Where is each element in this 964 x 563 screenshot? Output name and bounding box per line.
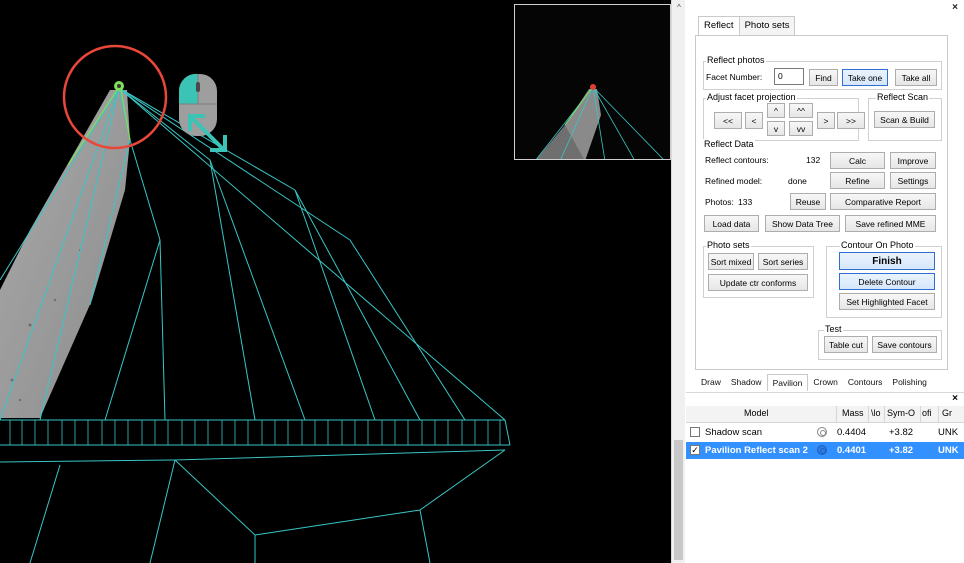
girdle-lines — [9, 420, 501, 445]
group-title-reflect-photos: Reflect photos — [706, 55, 766, 65]
refine-button[interactable]: Refine — [830, 172, 885, 189]
group-title-photo-sets: Photo sets — [706, 240, 751, 250]
reflect-contours-label: Reflect contours: — [705, 155, 769, 165]
table-row-selected[interactable]: ✓ Pavilion Reflect scan 2 0.4401 +3.82 U… — [686, 442, 964, 459]
row-gr: UNK — [938, 427, 959, 438]
row-gr: UNK — [938, 445, 959, 456]
model-tabs: Draw Shadow Pavilion Crown Contours Poli… — [696, 374, 932, 392]
col-sym-o[interactable]: Sym-O — [887, 408, 915, 418]
row-mass: 0.4401 — [837, 445, 867, 456]
chevron-up-icon[interactable]: ^ — [672, 3, 686, 12]
calc-button[interactable]: Calc — [830, 152, 885, 169]
facet-number-input[interactable]: 0 — [774, 68, 804, 85]
row-sym: +3.82 — [889, 427, 914, 438]
tab-contours[interactable]: Contours — [843, 374, 888, 391]
take-one-button[interactable]: Take one — [842, 69, 888, 86]
reflect-panel: × Reflect Photo sets Reflect photos Face… — [686, 0, 964, 563]
col-lo[interactable]: \lo — [871, 408, 881, 418]
row-checkbox-checked[interactable]: ✓ — [690, 445, 700, 455]
move-far-right-button[interactable]: >> — [837, 112, 865, 129]
panel-title-bar: × — [686, 2, 964, 14]
col-ofi[interactable]: ofi — [922, 408, 932, 418]
tab-polishing[interactable]: Polishing — [887, 374, 932, 391]
row-sym: +3.82 — [889, 445, 914, 456]
tab-draw[interactable]: Draw — [696, 374, 726, 391]
col-gr[interactable]: Gr — [942, 408, 952, 418]
reflect-tab-content: Reflect photos Facet Number: 0 Find Take… — [695, 35, 948, 370]
reflect-contours-value: 132 — [806, 155, 821, 165]
move-up-button[interactable]: ^ — [767, 103, 785, 118]
row-mass: 0.4404 — [837, 427, 867, 438]
move-far-up-button[interactable]: ^^ — [789, 103, 813, 118]
scrollbar-thumb[interactable] — [674, 440, 683, 560]
tab-photo-sets[interactable]: Photo sets — [738, 16, 796, 35]
gear-icon[interactable] — [817, 427, 827, 437]
main-tabs: Reflect Photo sets — [698, 16, 796, 36]
col-model[interactable]: Model — [744, 408, 769, 418]
move-right-button[interactable]: > — [817, 112, 835, 129]
update-ctr-conforms-button[interactable]: Update ctr conforms — [708, 274, 808, 291]
viewport-scrollbar[interactable]: ^ — [671, 0, 685, 563]
table-cut-button[interactable]: Table cut — [824, 336, 868, 353]
save-refined-mme-button[interactable]: Save refined MME — [845, 215, 936, 232]
table-row[interactable]: Shadow scan 0.4404 +3.82 UNK — [686, 424, 964, 441]
find-button[interactable]: Find — [809, 69, 838, 86]
delete-contour-button[interactable]: Delete Contour — [839, 273, 935, 290]
tab-reflect[interactable]: Reflect — [698, 16, 740, 36]
group-title-test: Test — [824, 324, 843, 334]
move-far-down-button[interactable]: vv — [789, 121, 813, 136]
comparative-report-button[interactable]: Comparative Report — [830, 193, 936, 210]
row-model: Pavilion Reflect scan 2 — [705, 445, 808, 456]
set-highlighted-facet-button[interactable]: Set Highlighted Facet — [839, 293, 935, 310]
row-model: Shadow scan — [705, 427, 763, 438]
sort-mixed-button[interactable]: Sort mixed — [708, 253, 754, 270]
tab-pavilion[interactable]: Pavilion — [766, 374, 809, 391]
improve-button[interactable]: Improve — [890, 152, 936, 169]
close-icon[interactable]: × — [952, 2, 958, 13]
viewport-3d[interactable] — [0, 0, 676, 563]
load-data-button[interactable]: Load data — [704, 215, 759, 232]
move-left-button[interactable]: < — [745, 112, 763, 129]
divider — [686, 392, 964, 393]
move-down-button[interactable]: v — [767, 121, 785, 136]
show-data-tree-button[interactable]: Show Data Tree — [765, 215, 840, 232]
photos-value: 133 — [738, 197, 753, 207]
sort-series-button[interactable]: Sort series — [758, 253, 808, 270]
move-far-left-button[interactable]: << — [714, 112, 742, 129]
refined-model-value: done — [788, 176, 807, 186]
facet-number-label: Facet Number: — [706, 72, 763, 82]
tab-shadow[interactable]: Shadow — [726, 374, 767, 391]
photo-thumbnail[interactable] — [514, 4, 671, 160]
gear-icon[interactable] — [817, 445, 827, 455]
reuse-button[interactable]: Reuse — [790, 193, 826, 210]
photos-label: Photos: — [705, 197, 734, 207]
settings-button[interactable]: Settings — [890, 172, 936, 189]
tab-crown[interactable]: Crown — [808, 374, 843, 391]
save-contours-button[interactable]: Save contours — [872, 336, 937, 353]
scan-build-button[interactable]: Scan & Build — [874, 111, 935, 128]
close-icon[interactable]: × — [952, 393, 958, 404]
take-all-button[interactable]: Take all — [895, 69, 937, 86]
group-title-contour-on-photo: Contour On Photo — [840, 240, 915, 250]
group-title-reflect-data: Reflect Data — [703, 139, 755, 149]
group-title-adjust-facet: Adjust facet projection — [706, 92, 797, 102]
group-title-reflect-scan: Reflect Scan — [876, 92, 930, 102]
refined-model-label: Refined model: — [705, 176, 763, 186]
row-checkbox[interactable] — [690, 427, 700, 437]
grid-header: Model Mass \lo Sym-O ofi Gr — [686, 406, 964, 423]
finish-button[interactable]: Finish — [839, 252, 935, 270]
col-mass[interactable]: Mass — [842, 408, 864, 418]
model-grid: Model Mass \lo Sym-O ofi Gr Shadow scan … — [686, 406, 964, 563]
highlighted-facet[interactable] — [0, 90, 130, 418]
